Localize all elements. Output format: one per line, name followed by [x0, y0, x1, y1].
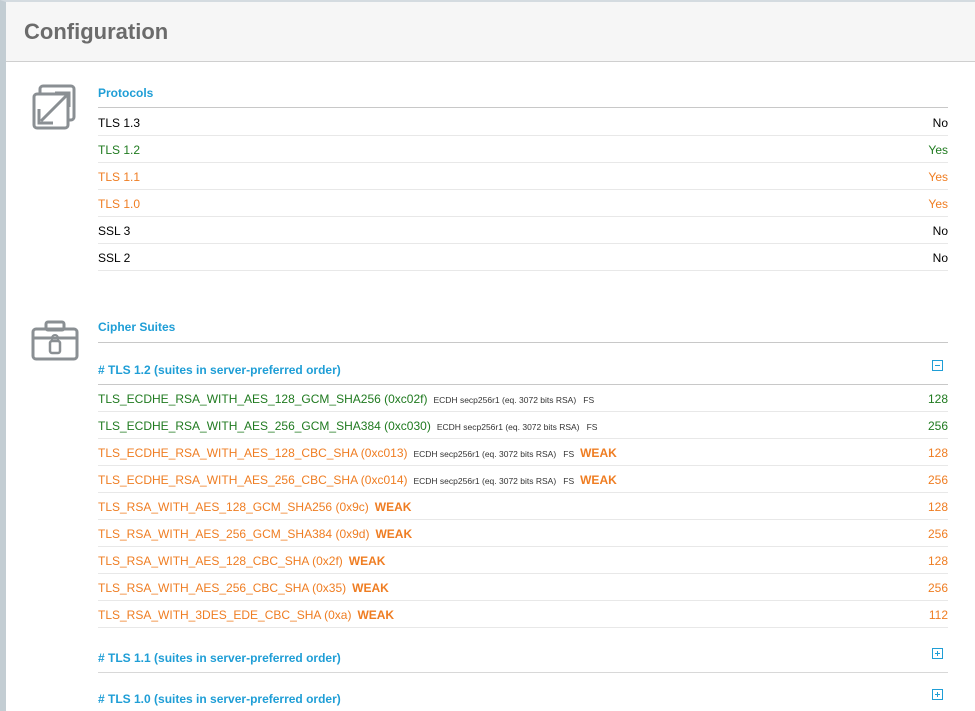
- cipher-key-exchange: ECDH secp256r1 (eq. 3072 bits RSA) FS: [436, 422, 598, 432]
- cipher-name: TLS_ECDHE_RSA_WITH_AES_256_CBC_SHA: [98, 473, 358, 487]
- cipher-bits: 256: [927, 419, 948, 433]
- weak-badge: WEAK: [374, 500, 412, 514]
- cipher-row: TLS_ECDHE_RSA_WITH_AES_256_GCM_SHA384 (0…: [98, 412, 948, 439]
- weak-badge: WEAK: [348, 554, 386, 568]
- cipher-name: TLS_ECDHE_RSA_WITH_AES_128_CBC_SHA: [98, 446, 358, 460]
- cipher-bits: 128: [927, 446, 948, 460]
- cipher-name: TLS_ECDHE_RSA_WITH_AES_128_GCM_SHA256: [98, 392, 381, 406]
- cipher-name: TLS_RSA_WITH_AES_128_CBC_SHA: [98, 554, 309, 568]
- protocol-name: SSL 2: [98, 251, 131, 265]
- weak-badge: WEAK: [375, 527, 413, 541]
- cipher-name: TLS_RSA_WITH_AES_256_GCM_SHA384: [98, 527, 333, 541]
- tls12-suites-header[interactable]: # TLS 1.2 (suites in server-preferred or…: [98, 363, 341, 377]
- divider: [98, 672, 948, 673]
- plus-box-icon[interactable]: [932, 689, 943, 700]
- cipher-bits: 256: [927, 581, 948, 595]
- protocol-row: TLS 1.1 Yes: [98, 163, 948, 190]
- protocol-name: SSL 3: [98, 224, 131, 238]
- protocols-title: Protocols: [98, 86, 154, 100]
- cipher-hex: (0xc02f): [384, 392, 428, 406]
- cipher-row: TLS_ECDHE_RSA_WITH_AES_256_CBC_SHA (0xc0…: [98, 466, 948, 493]
- cipher-name: TLS_RSA_WITH_3DES_EDE_CBC_SHA: [98, 608, 321, 622]
- cipher-name: TLS_RSA_WITH_AES_128_GCM_SHA256: [98, 500, 333, 514]
- cipher-row: TLS_RSA_WITH_AES_128_GCM_SHA256 (0x9c) WE…: [98, 493, 948, 520]
- cipher-suites-title: Cipher Suites: [98, 320, 176, 334]
- protocol-row: SSL 3 No: [98, 217, 948, 244]
- tls11-suites-header[interactable]: # TLS 1.1 (suites in server-preferred or…: [98, 651, 341, 665]
- page-title: Configuration: [24, 19, 169, 44]
- cipher-hex: (0xc030): [384, 419, 431, 433]
- plus-box-icon[interactable]: [932, 648, 943, 659]
- cipher-bits: 128: [927, 554, 948, 568]
- weak-badge: WEAK: [357, 608, 395, 622]
- cipher-bits: 128: [927, 500, 948, 514]
- cipher-bits: 256: [927, 473, 948, 487]
- briefcase-lock-icon: [31, 320, 79, 361]
- cipher-key-exchange: ECDH secp256r1 (eq. 3072 bits RSA) FS: [433, 395, 595, 405]
- divider: [98, 107, 948, 108]
- protocol-support: Yes: [928, 170, 948, 184]
- weak-badge: WEAK: [580, 446, 617, 460]
- cipher-row: TLS_RSA_WITH_3DES_EDE_CBC_SHA (0xa) WEAK 1…: [98, 601, 948, 628]
- minus-box-icon[interactable]: [932, 360, 943, 371]
- cipher-row: TLS_RSA_WITH_AES_256_GCM_SHA384 (0x9d) WE…: [98, 520, 948, 547]
- expand-arrows-icon: [32, 84, 76, 130]
- cipher-bits: 112: [928, 608, 948, 622]
- cipher-bits: 128: [927, 392, 948, 406]
- protocol-support: Yes: [928, 143, 948, 157]
- cipher-hex: (0xc014): [360, 473, 408, 487]
- cipher-hex: (0xc013): [360, 446, 408, 460]
- cipher-row: TLS_ECDHE_RSA_WITH_AES_128_CBC_SHA (0xc0…: [98, 439, 948, 466]
- protocol-row: SSL 2 No: [98, 244, 948, 271]
- protocol-support: No: [932, 224, 948, 238]
- weak-badge: WEAK: [580, 473, 617, 487]
- protocol-name: TLS 1.1: [98, 170, 141, 184]
- protocol-row: TLS 1.0 Yes: [98, 190, 948, 217]
- cipher-name: TLS_RSA_WITH_AES_256_CBC_SHA: [98, 581, 309, 595]
- cipher-hex: (0x2f): [312, 554, 343, 568]
- protocol-name: TLS 1.0: [98, 197, 141, 211]
- cipher-key-exchange: ECDH secp256r1 (eq. 3072 bits RSA) FS: [413, 476, 575, 486]
- cipher-hex: (0x9d): [335, 527, 370, 541]
- protocol-row: TLS 1.2 Yes: [98, 136, 948, 163]
- protocol-name: TLS 1.2: [98, 143, 141, 157]
- cipher-row: TLS_ECDHE_RSA_WITH_AES_128_GCM_SHA256 (0…: [98, 385, 948, 412]
- protocol-row: TLS 1.3 No: [98, 109, 948, 136]
- cipher-row: TLS_RSA_WITH_AES_256_CBC_SHA (0x35) WEAK 2…: [98, 574, 948, 601]
- cipher-hex: (0x9c): [335, 500, 369, 514]
- protocol-name: TLS 1.3: [98, 116, 141, 130]
- cipher-key-exchange: ECDH secp256r1 (eq. 3072 bits RSA) FS: [413, 449, 575, 459]
- protocol-support: No: [932, 116, 948, 130]
- cipher-name: TLS_ECDHE_RSA_WITH_AES_256_GCM_SHA384: [98, 419, 381, 433]
- protocol-support: No: [932, 251, 948, 265]
- page-header: Configuration: [6, 2, 975, 62]
- weak-badge: WEAK: [352, 581, 389, 595]
- protocol-support: Yes: [928, 197, 948, 211]
- cipher-hex: (0x35): [312, 581, 347, 595]
- divider: [98, 342, 948, 343]
- cipher-hex: (0xa): [324, 608, 352, 622]
- cipher-bits: 256: [927, 527, 948, 541]
- tls10-suites-header[interactable]: # TLS 1.0 (suites in server-preferred or…: [98, 692, 341, 706]
- cipher-row: TLS_RSA_WITH_AES_128_CBC_SHA (0x2f) WEAK 1…: [98, 547, 948, 574]
